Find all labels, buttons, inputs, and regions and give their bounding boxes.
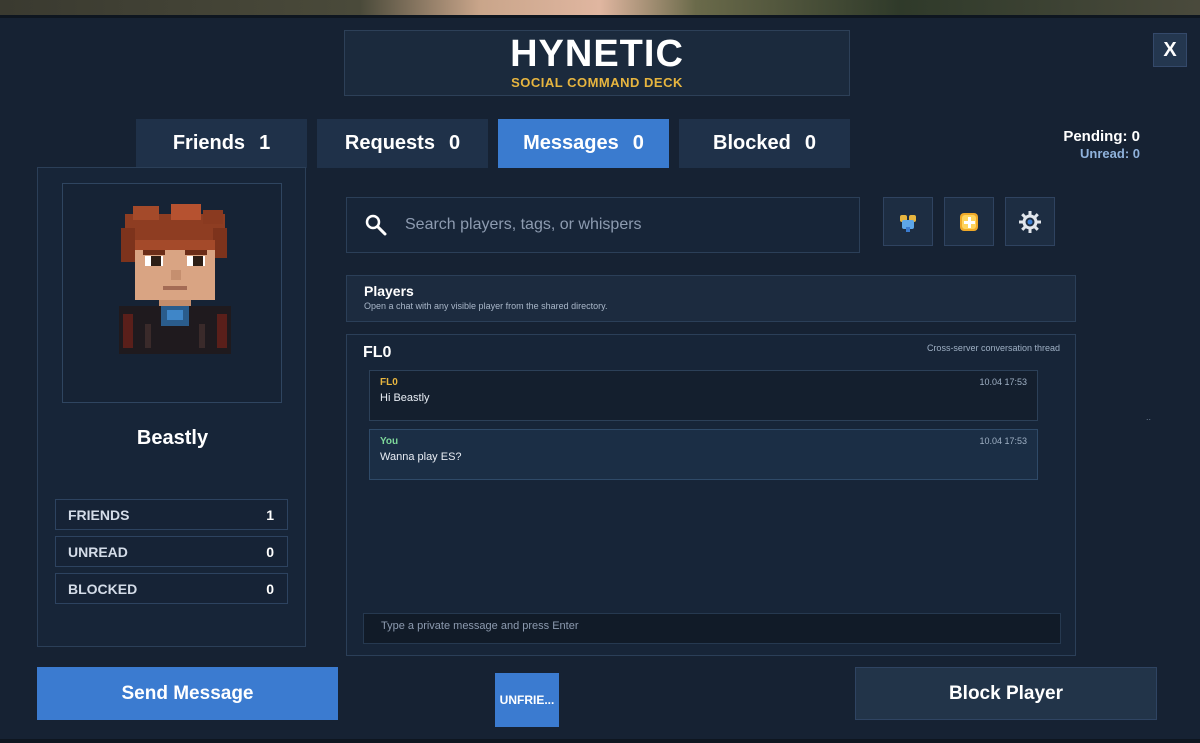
unfriend-button[interactable]: UNFRIE... [495, 673, 559, 727]
profile-name: Beastly [136, 427, 209, 449]
stat-value: 1 [266, 506, 274, 523]
chat-panel: FL0 Cross-server conversation thread FL0… [346, 334, 1076, 656]
search-icon [365, 214, 387, 236]
chat-partner-name: FL0 [363, 344, 392, 361]
app-title: HYNETIC [510, 33, 684, 75]
tab-count: 0 [448, 132, 461, 154]
bottom-border [0, 739, 1200, 743]
pending-count: Pending: 0 [1063, 128, 1140, 145]
profile-panel: Beastly FRIENDS 1 UNREAD 0 BLOCKED 0 [37, 167, 306, 647]
chat-thread-label: Cross-server conversation thread [926, 343, 1060, 353]
status-summary: Pending: 0 Unread: 0 [1063, 127, 1140, 162]
message-author: FL0 [380, 377, 398, 388]
message-input[interactable]: Type a private message and press Enter [363, 613, 1061, 644]
settings-gear-icon [1019, 210, 1041, 233]
unread-count: Unread: 0 [1080, 146, 1140, 161]
tab-count: 0 [632, 132, 644, 154]
tab-friends[interactable]: Friends 1 [136, 119, 307, 168]
message-author: You [380, 436, 399, 447]
scroll-indicator: .. [1146, 412, 1152, 422]
game-background-strip [0, 0, 1200, 18]
party-icon [900, 214, 916, 232]
players-section[interactable]: Players Open a chat with any visible pla… [346, 275, 1076, 322]
close-button[interactable]: X [1153, 33, 1187, 67]
message-time: 10.04 17:53 [979, 377, 1027, 387]
chat-message: FL0 10.04 17:53 Hi Beastly [369, 370, 1038, 421]
add-friend-icon [960, 212, 978, 231]
tab-count: 0 [804, 132, 816, 154]
tab-requests[interactable]: Requests 0 [317, 119, 488, 168]
tab-messages[interactable]: Messages 0 [498, 119, 669, 168]
chat-message: You 10.04 17:53 Wanna play ES? [369, 429, 1038, 480]
tab-label: Requests [344, 132, 435, 154]
stat-value: 0 [266, 543, 274, 560]
add-friend-button[interactable] [944, 197, 994, 246]
search-input[interactable]: Search players, tags, or whispers [346, 197, 860, 253]
search-placeholder: Search players, tags, or whispers [405, 216, 642, 233]
stat-blocked: BLOCKED 0 [55, 573, 288, 604]
tab-blocked[interactable]: Blocked 0 [679, 119, 850, 168]
avatar [62, 183, 282, 403]
block-player-button[interactable]: Block Player [855, 667, 1157, 720]
message-time: 10.04 17:53 [979, 436, 1027, 446]
tab-label: Blocked [713, 132, 791, 154]
stat-friends: FRIENDS 1 [55, 499, 288, 530]
party-button[interactable] [883, 197, 933, 246]
tab-label: Friends [172, 132, 246, 154]
player-skin-icon [119, 204, 231, 354]
players-title: Players [364, 283, 414, 299]
stat-label: BLOCKED [68, 580, 138, 597]
tab-label: Messages [523, 132, 619, 154]
stat-label: FRIENDS [68, 506, 130, 523]
app-subtitle: SOCIAL COMMAND DECK [511, 75, 683, 90]
title-banner: HYNETIC SOCIAL COMMAND DECK [344, 30, 850, 96]
message-text: Wanna play ES? [380, 451, 462, 463]
settings-button[interactable] [1005, 197, 1055, 246]
stat-unread: UNREAD 0 [55, 536, 288, 567]
send-message-button[interactable]: Send Message [37, 667, 338, 720]
message-input-placeholder: Type a private message and press Enter [381, 620, 579, 632]
tab-count: 1 [259, 132, 271, 154]
stat-value: 0 [266, 580, 274, 597]
stat-label: UNREAD [68, 543, 128, 560]
message-text: Hi Beastly [380, 392, 430, 404]
players-subtitle: Open a chat with any visible player from… [364, 301, 608, 311]
